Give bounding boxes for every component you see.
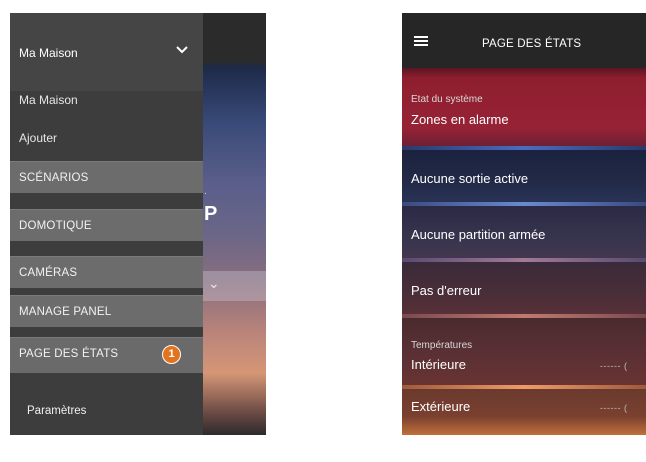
- app-header: PAGE DES ÉTATS: [402, 13, 646, 68]
- menu-scenarios-button[interactable]: SCÉNARIOS: [10, 161, 203, 193]
- chevron-down-icon[interactable]: [175, 43, 189, 57]
- exterior-temperature-value: ------ (: [600, 403, 628, 413]
- page-title: PAGE DES ÉTATS: [482, 38, 582, 50]
- menu-domotique-button[interactable]: DOMOTIQUE: [10, 209, 203, 241]
- navigation-drawer: Ma Maison Ma Maison Ajouter SCÉNARIOS DO…: [10, 13, 203, 435]
- background-text: .: [204, 186, 207, 197]
- background-text: P: [204, 203, 218, 225]
- left-phone-screen: . P ⌄ Ma Maison Ma Maison Ajouter SCÉNAR…: [10, 13, 266, 435]
- menu-label: CAMÉRAS: [19, 267, 78, 279]
- interior-temperature-value: ------ (: [600, 361, 628, 371]
- menu-label: MANAGE PANEL: [19, 306, 112, 318]
- drawer-link-ajouter[interactable]: Ajouter: [19, 131, 57, 145]
- system-status-row[interactable]: Etat du système Zones en alarme: [402, 68, 646, 148]
- drawer-link-ma-maison[interactable]: Ma Maison: [19, 93, 78, 107]
- outputs-status-text: Aucune sortie active: [411, 171, 529, 186]
- menu-label: SCÉNARIOS: [19, 172, 89, 184]
- errors-status-text: Pas d'erreur: [411, 283, 482, 298]
- errors-status-row[interactable]: Pas d'erreur: [402, 262, 646, 317]
- hamburger-menu-icon[interactable]: [414, 36, 428, 46]
- right-phone-screen: PAGE DES ÉTATS Etat du système Zones en …: [402, 13, 646, 435]
- background-chevron-icon: ⌄: [208, 275, 220, 291]
- house-selector-label: Ma Maison: [19, 46, 78, 60]
- house-selector[interactable]: Ma Maison: [10, 39, 203, 67]
- menu-cameras-button[interactable]: CAMÉRAS: [10, 256, 203, 288]
- step-badge: 1: [162, 345, 181, 364]
- system-status-label: Etat du système: [411, 94, 483, 105]
- menu-page-des-etats-button[interactable]: PAGE DES ÉTATS 1: [10, 337, 203, 373]
- outputs-status-row[interactable]: Aucune sortie active: [402, 150, 646, 205]
- temperatures-label: Températures: [411, 340, 473, 351]
- menu-label: DOMOTIQUE: [19, 220, 92, 232]
- menu-manage-panel-button[interactable]: MANAGE PANEL: [10, 295, 203, 327]
- menu-label: PAGE DES ÉTATS: [19, 348, 119, 360]
- temperature-interior-row[interactable]: Températures Intérieure ------ (: [402, 318, 646, 388]
- partitions-status-row[interactable]: Aucune partition armée: [402, 206, 646, 261]
- system-status-value: Zones en alarme: [411, 112, 509, 127]
- temperature-exterior-row[interactable]: Extérieure ------ (: [402, 389, 646, 435]
- settings-link[interactable]: Paramètres: [27, 405, 86, 417]
- exterior-temperature-label: Extérieure: [411, 399, 471, 414]
- interior-temperature-label: Intérieure: [411, 357, 466, 372]
- partitions-status-text: Aucune partition armée: [411, 227, 546, 242]
